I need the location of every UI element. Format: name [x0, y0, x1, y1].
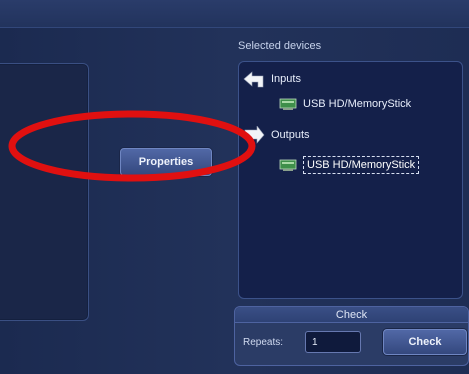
tree-item-output-usb[interactable]: USB HD/MemoryStick	[279, 156, 420, 174]
tree-group-inputs[interactable]: Inputs	[243, 70, 301, 88]
selected-devices-caption: Selected devices	[238, 40, 322, 52]
arrow-right-icon	[243, 126, 265, 144]
check-button[interactable]: Check	[383, 329, 467, 355]
usb-drive-icon	[279, 159, 297, 171]
tree-group-label: Outputs	[271, 129, 310, 141]
repeats-input[interactable]	[305, 331, 361, 353]
left-panel	[0, 63, 89, 321]
tree-item-label: USB HD/MemoryStick	[303, 98, 412, 110]
check-group: Check Repeats: Check	[234, 306, 469, 366]
tree-item-label-selected: USB HD/MemoryStick	[303, 156, 420, 174]
repeats-label: Repeats:	[243, 337, 284, 348]
tree-item-input-usb[interactable]: USB HD/MemoryStick	[279, 98, 411, 110]
properties-button[interactable]: Properties	[120, 148, 212, 176]
tree-group-outputs[interactable]: Outputs	[243, 126, 310, 144]
selected-devices-tree[interactable]: Inputs USB HD/MemoryStick Outputs USB HD…	[238, 61, 463, 299]
tree-group-label: Inputs	[271, 73, 301, 85]
header-band	[0, 0, 469, 28]
check-group-title: Check	[235, 307, 468, 323]
usb-drive-icon	[279, 98, 297, 110]
arrow-left-icon	[243, 70, 265, 88]
